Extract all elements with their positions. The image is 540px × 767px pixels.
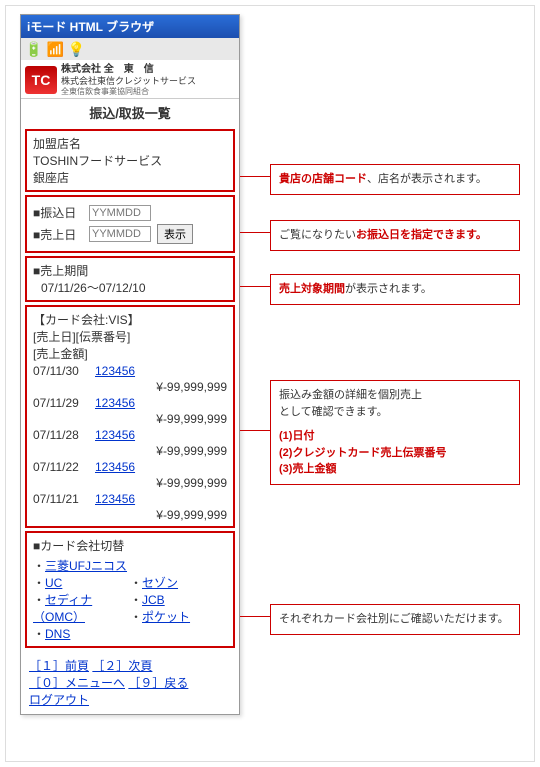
- company-link[interactable]: セゾン: [142, 576, 178, 590]
- row-amount: ¥-99,999,999: [33, 476, 227, 490]
- callout-connector: [240, 286, 270, 287]
- footer-nav: ［１］前頁 ［２］次頁 ［０］メニューへ ［９］戻る ログアウト: [21, 651, 239, 714]
- card-company-label: 【カード会社:VIS】: [33, 311, 227, 328]
- header-logo-row: TC 株式会社 全 東 信 株式会社東信クレジットサービス 全東信飲食事業協同組…: [21, 60, 239, 99]
- callout-connector: [240, 616, 270, 617]
- slip-number-link[interactable]: 123456: [95, 396, 135, 410]
- callout-connector: [240, 232, 270, 233]
- page-title: 振込/取扱一覧: [21, 99, 239, 126]
- callout-text: それぞれカード会社別にご確認いただけます。: [279, 613, 509, 625]
- card-company-switch-section: ■カード会社切替 三菱UFJニコス UC セディナ（OMC） DNS - セゾン…: [25, 531, 235, 648]
- callout-period: 売上対象期間が表示されます。: [270, 274, 520, 305]
- date-input-section: ■振込日 ■売上日 表示: [25, 195, 235, 253]
- slip-number-link[interactable]: 123456: [95, 364, 135, 378]
- menu-link[interactable]: ［０］メニューへ: [29, 676, 125, 690]
- card-detail-section: 【カード会社:VIS】 [売上日][伝票番号] [売上金額] 07/11/301…: [25, 305, 235, 528]
- callout-text: (2)クレジットカード売上伝票番号: [279, 445, 511, 462]
- merchant-name: TOSHINフードサービス: [33, 152, 227, 169]
- logo-mark: TC: [25, 66, 57, 94]
- row-date: 07/11/29: [33, 396, 95, 410]
- callout-text: (3)売上金額: [279, 461, 511, 478]
- callout-connector: [240, 430, 270, 431]
- period-value: 07/11/26～07/12/10: [33, 279, 227, 296]
- card-table-header: [売上日][伝票番号] [売上金額]: [33, 328, 227, 362]
- callout-merchant: 貴店の店舗コード、店名が表示されます。: [270, 164, 520, 195]
- company-link[interactable]: JCB: [142, 593, 165, 607]
- window-titlebar: iモード HTML ブラウザ: [21, 15, 239, 38]
- row-date: 07/11/30: [33, 364, 95, 378]
- callout-text: (1)日付: [279, 428, 511, 445]
- company-name-3: 全東信飲食事業協同組合: [61, 87, 196, 97]
- row-amount: ¥-99,999,999: [33, 412, 227, 426]
- company-link[interactable]: DNS: [45, 627, 70, 641]
- switch-label: ■カード会社切替: [33, 537, 227, 554]
- merchant-section: 加盟店名 TOSHINフードサービス 銀座店: [25, 129, 235, 192]
- phone-window: iモード HTML ブラウザ 🔋 📶 💡 TC 株式会社 全 東 信 株式会社東…: [20, 14, 240, 715]
- sales-date-label: ■売上日: [33, 226, 89, 243]
- company-link[interactable]: セディナ（OMC）: [33, 593, 92, 624]
- battery-icon: 🔋: [25, 41, 42, 58]
- row-amount: ¥-99,999,999: [33, 444, 227, 458]
- company-link[interactable]: 三菱UFJニコス: [45, 559, 127, 573]
- row-amount: ¥-99,999,999: [33, 380, 227, 394]
- show-button[interactable]: 表示: [157, 224, 193, 244]
- company-link[interactable]: UC: [45, 576, 62, 590]
- next-page-link[interactable]: ［２］次頁: [92, 659, 152, 673]
- company-link[interactable]: ポケット: [142, 610, 190, 624]
- row-amount: ¥-99,999,999: [33, 508, 227, 522]
- period-label: ■売上期間: [33, 262, 227, 279]
- row-date: 07/11/28: [33, 428, 95, 442]
- signal-icon: 📶: [46, 41, 63, 58]
- transfer-date-label: ■振込日: [33, 204, 89, 221]
- window-title: iモード HTML ブラウザ: [27, 18, 154, 35]
- merchant-branch: 銀座店: [33, 169, 227, 186]
- callout-text: お振込日を指定できます。: [356, 229, 487, 241]
- company-name-1: 株式会社 全 東 信: [61, 64, 196, 76]
- callout-connector: [240, 176, 270, 177]
- callout-text: 、店名が表示されます。: [367, 173, 487, 185]
- callout-detail: 振込み金額の詳細を個別売上 として確認できます。 (1)日付 (2)クレジットカ…: [270, 380, 520, 485]
- row-date: 07/11/21: [33, 492, 95, 506]
- transaction-table: 07/11/30123456 ¥-99,999,999 07/11/291234…: [33, 364, 227, 522]
- status-bar: 🔋 📶 💡: [21, 38, 239, 60]
- sales-period-section: ■売上期間 07/11/26～07/12/10: [25, 256, 235, 302]
- prev-page-link[interactable]: ［１］前頁: [29, 659, 89, 673]
- company-name-2: 株式会社東信クレジットサービス: [61, 76, 196, 87]
- slip-number-link[interactable]: 123456: [95, 428, 135, 442]
- callout-text: が表示されます。: [345, 283, 432, 295]
- callout-text: ご覧になりたい: [279, 229, 356, 241]
- callout-date: ご覧になりたいお振込日を指定できます。: [270, 220, 520, 251]
- callout-switch: それぞれカード会社別にご確認いただけます。: [270, 604, 520, 635]
- slip-number-link[interactable]: 123456: [95, 492, 135, 506]
- callout-text: 売上対象期間: [279, 283, 345, 295]
- sales-date-input[interactable]: [89, 226, 151, 242]
- back-link[interactable]: ［９］戻る: [128, 676, 188, 690]
- merchant-label: 加盟店名: [33, 135, 227, 152]
- logout-link[interactable]: ログアウト: [29, 693, 89, 707]
- row-date: 07/11/22: [33, 460, 95, 474]
- callout-text: 振込み金額の詳細を個別売上 として確認できます。: [279, 387, 511, 420]
- callout-text: 貴店の店舗コード: [279, 173, 367, 185]
- transfer-date-input[interactable]: [89, 205, 151, 221]
- slip-number-link[interactable]: 123456: [95, 460, 135, 474]
- light-icon: 💡: [68, 41, 85, 58]
